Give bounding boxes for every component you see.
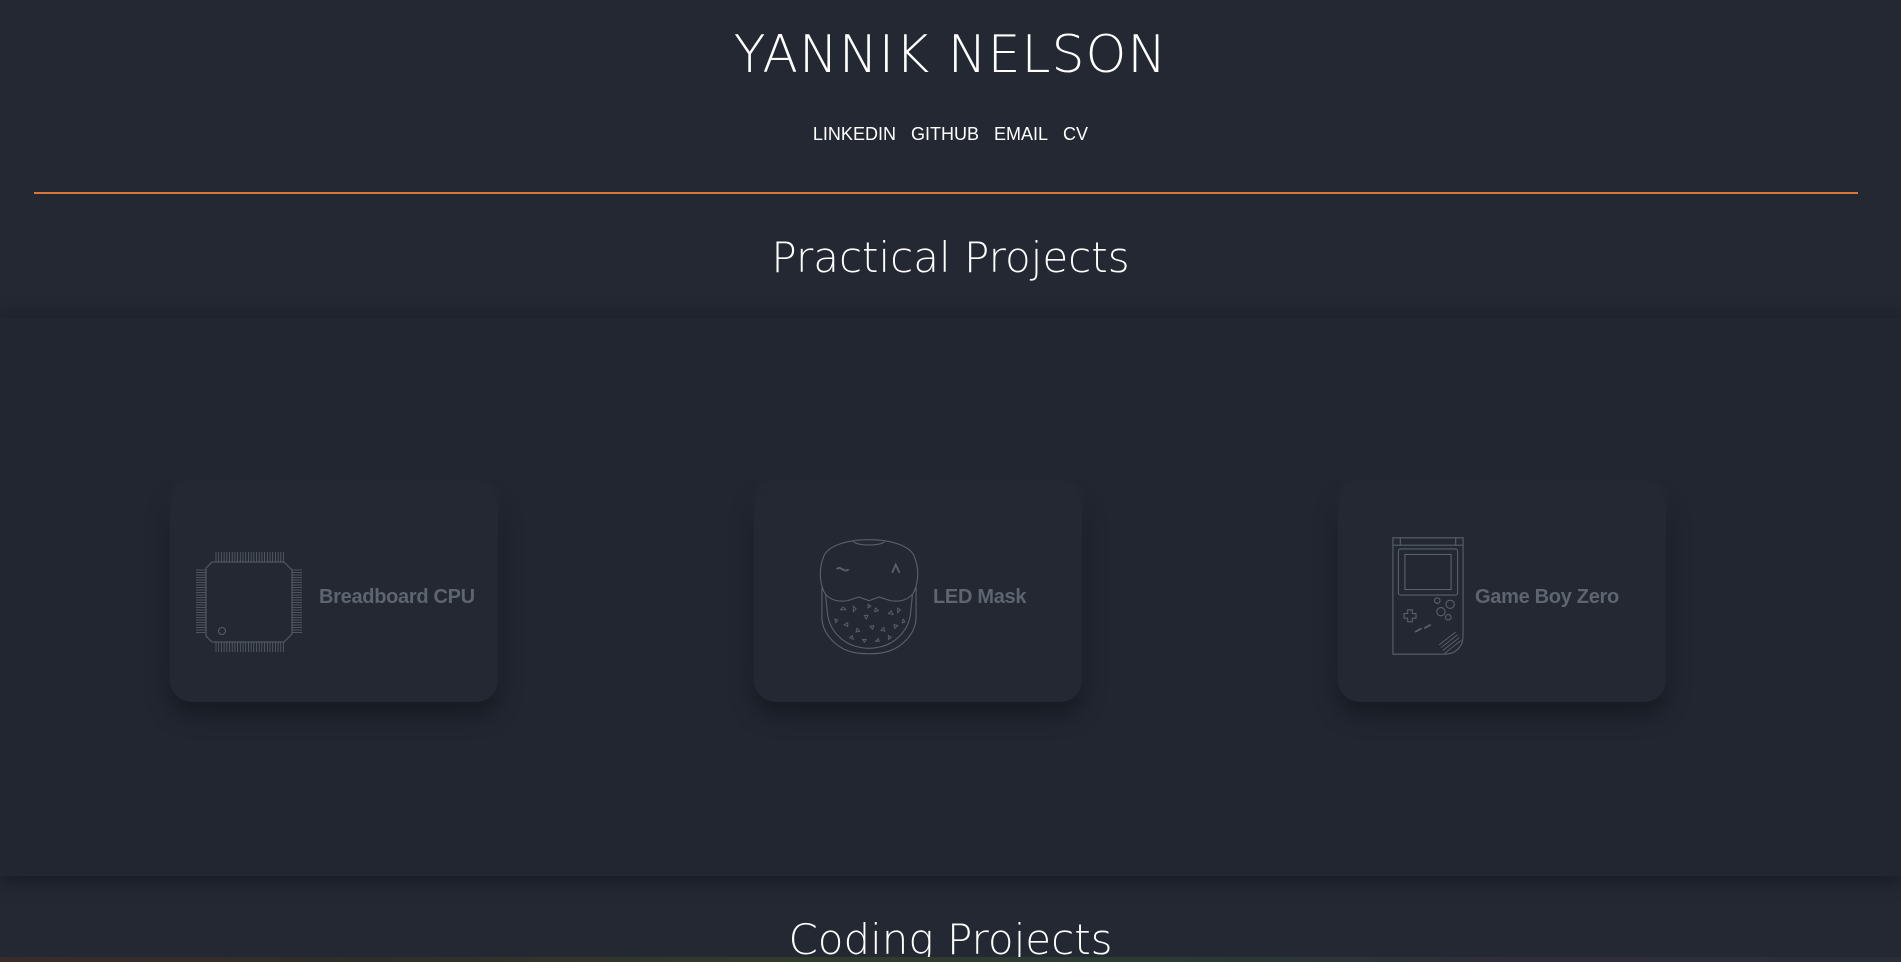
project-card-label: Game Boy Zero bbox=[1475, 586, 1619, 608]
game-boy-icon bbox=[1392, 537, 1464, 655]
project-card-led-mask[interactable]: LED Mask bbox=[754, 488, 1082, 702]
nav-link-github[interactable]: GITHUB bbox=[911, 124, 979, 144]
project-card-breadboard-cpu[interactable]: Breadboard CPU bbox=[170, 488, 498, 702]
main-nav: LINKEDIN GITHUB EMAIL CV bbox=[0, 122, 1901, 146]
nav-link-linkedin[interactable]: LINKEDIN bbox=[813, 124, 896, 144]
site-title: YANNIK NELSON bbox=[733, 25, 1168, 85]
bottom-edge bbox=[0, 957, 1901, 962]
practical-projects-section: Breadboard CPU LED Mask Game Boy Zero bbox=[0, 318, 1901, 876]
led-mask-icon bbox=[819, 539, 919, 655]
project-card-label: Breadboard CPU bbox=[319, 586, 475, 608]
page: YANNIK NELSON LINKEDIN GITHUB EMAIL CV P… bbox=[0, 0, 1901, 962]
nav-link-email[interactable]: EMAIL bbox=[994, 124, 1048, 144]
project-card-game-boy-zero[interactable]: Game Boy Zero bbox=[1338, 488, 1666, 702]
header-divider bbox=[34, 192, 1858, 194]
practical-projects-heading: Practical Projects bbox=[771, 233, 1130, 282]
cpu-chip-icon bbox=[196, 552, 302, 652]
coding-projects-heading: Coding Projects bbox=[788, 915, 1113, 962]
nav-link-cv[interactable]: CV bbox=[1063, 124, 1088, 144]
project-card-label: LED Mask bbox=[933, 586, 1027, 608]
